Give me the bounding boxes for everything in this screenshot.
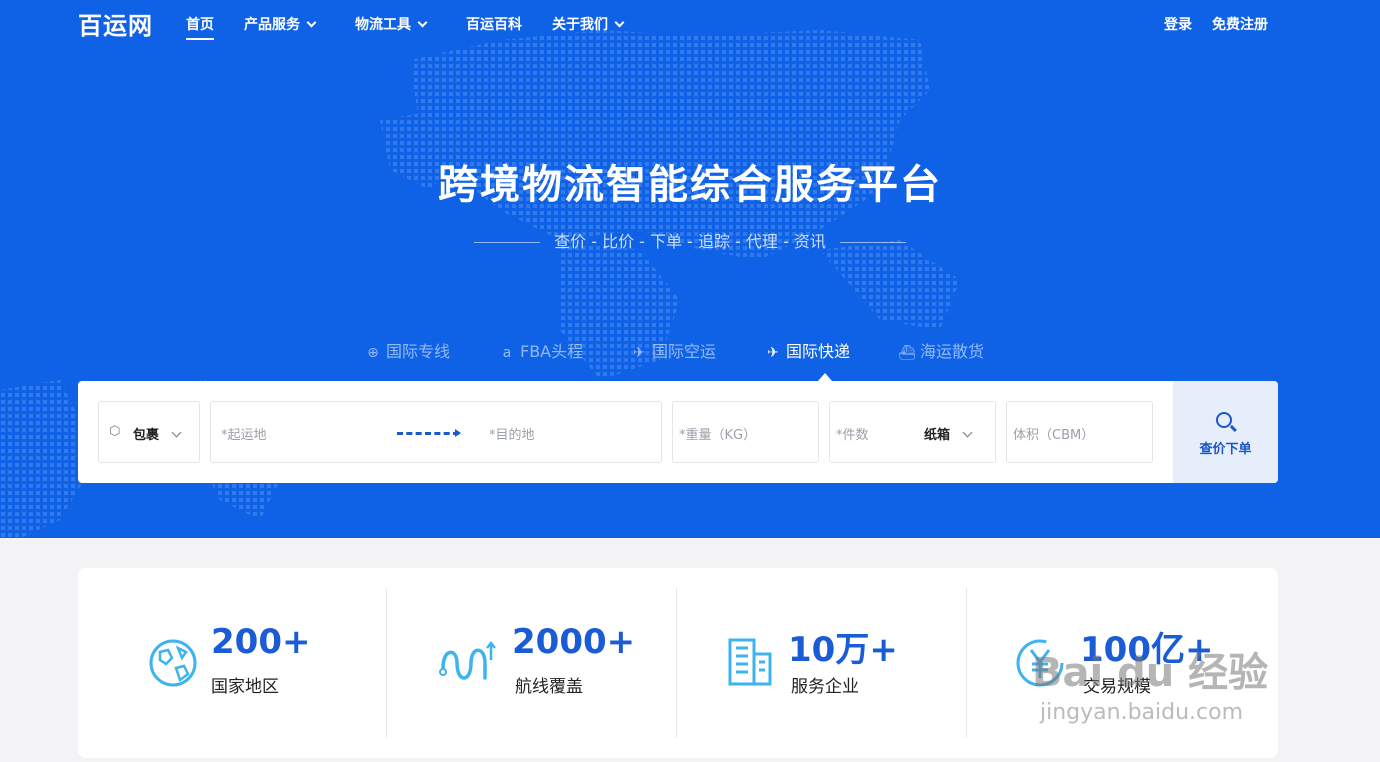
- tab-fba[interactable]: a FBA头程: [498, 338, 583, 362]
- globe-icon: [149, 639, 197, 687]
- amazon-icon: a: [502, 345, 512, 361]
- stat-routes: 2000+ 航线覆盖: [387, 568, 676, 758]
- pieces-field[interactable]: *件数 纸箱: [829, 401, 996, 463]
- origin-input[interactable]: *起运地: [221, 424, 267, 443]
- search-icon: [1216, 412, 1232, 428]
- nav-item-tools[interactable]: 物流工具: [355, 14, 428, 34]
- quote-order-button[interactable]: 查价下单: [1173, 381, 1278, 483]
- baidu-watermark-url: jingyan.baidu.com: [1040, 700, 1244, 725]
- stat-companies: 10万+ 服务企业: [677, 568, 966, 758]
- plane-icon: ✈: [767, 345, 779, 361]
- globe-icon: ⊕: [367, 345, 379, 361]
- chevron-down-icon: [417, 17, 428, 28]
- tab-air-freight[interactable]: ✈ 国际空运: [630, 338, 716, 362]
- tab-international-line[interactable]: ⊕ 国际专线: [364, 338, 450, 362]
- chevron-down-icon: [614, 17, 625, 28]
- weight-input[interactable]: *重量（KG）: [672, 401, 819, 463]
- pieces-input[interactable]: *件数: [836, 424, 869, 443]
- volume-input[interactable]: 体积（CBM）: [1006, 401, 1153, 463]
- route-icon: [439, 640, 496, 680]
- active-tab-caret: [818, 373, 832, 381]
- chevron-down-icon: [962, 427, 973, 438]
- nav-item-about[interactable]: 关于我们: [552, 14, 625, 34]
- nav-item-home[interactable]: 首页: [186, 14, 214, 40]
- hero-title: 跨境物流智能综合服务平台: [438, 162, 942, 208]
- route-arrow-icon: [397, 432, 459, 435]
- site-logo[interactable]: 百运网: [78, 6, 153, 41]
- building-icon: [728, 638, 772, 686]
- top-nav: 百运网 首页 产品服务 物流工具 百运百科 关于我们 登录 免费注册: [0, 0, 1380, 46]
- ship-icon: ⛴: [898, 345, 916, 361]
- nav-item-products[interactable]: 产品服务: [244, 14, 317, 34]
- tab-express[interactable]: ✈ 国际快递: [764, 338, 850, 362]
- stat-countries: 200+ 国家地区: [78, 568, 386, 758]
- package-type-select[interactable]: ⬡ 包裹: [98, 401, 200, 463]
- package-icon: ⬡: [109, 424, 121, 439]
- tab-sea-freight[interactable]: ⛴ 海运散货: [898, 338, 984, 362]
- register-link[interactable]: 免费注册: [1212, 14, 1268, 34]
- login-link[interactable]: 登录: [1164, 14, 1192, 34]
- baidu-watermark: Bai du 经验: [1032, 650, 1269, 696]
- plane-box-icon: ✈: [633, 345, 645, 361]
- hero-banner: 百运网 首页 产品服务 物流工具 百运百科 关于我们 登录 免费注册 跨境物流智…: [0, 0, 1380, 538]
- search-panel: ⬡ 包裹 *起运地 *目的地 *重量（KG） *件数 纸箱 体积（CBM） 查价…: [78, 381, 1278, 483]
- hero-subtitle: 查价 - 比价 - 下单 - 追踪 - 代理 - 资讯: [0, 228, 1380, 252]
- chevron-down-icon: [171, 427, 182, 438]
- pack-type-select[interactable]: 纸箱: [924, 424, 950, 443]
- route-field: *起运地 *目的地: [210, 401, 662, 463]
- chevron-down-icon: [306, 17, 317, 28]
- destination-input[interactable]: *目的地: [489, 424, 535, 443]
- nav-item-wiki[interactable]: 百运百科: [466, 14, 522, 34]
